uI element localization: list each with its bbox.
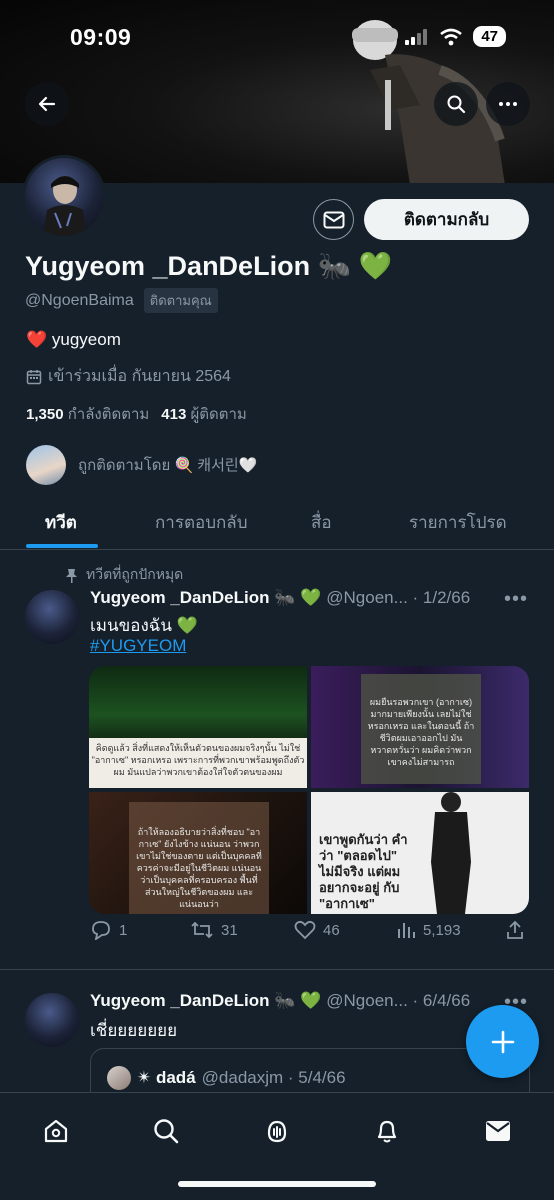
quoted-tweet-meta: @dadaxjm · 5/4/66 — [201, 1068, 346, 1087]
views-count: 5,193 — [423, 921, 461, 939]
tweet-author-avatar[interactable] — [25, 590, 79, 644]
nav-notifications[interactable] — [367, 1111, 407, 1151]
search-button[interactable] — [434, 82, 478, 126]
envelope-icon — [323, 211, 344, 228]
spaces-icon — [267, 1120, 287, 1143]
profile-banner[interactable]: 09:09 47 — [0, 0, 554, 183]
media-figure-image — [431, 792, 471, 914]
nav-spaces[interactable] — [257, 1111, 297, 1151]
home-indicator — [178, 1181, 376, 1187]
nav-messages[interactable] — [478, 1111, 518, 1151]
tweet-author-name[interactable]: Yugyeom _DanDeLion 🐜 💚 — [90, 991, 321, 1011]
reply-action[interactable]: 1 — [90, 920, 127, 940]
retweet-action[interactable]: 31 — [190, 920, 238, 940]
media-image-2[interactable]: ผมยืนรอพวกเขา (อากาเซ) มากมายเพียงนั้น เ… — [311, 666, 529, 788]
status-time: 09:09 — [70, 24, 132, 50]
media-image-1[interactable]: คิดดูแล้ว สิ่งที่แสดงให้เห็นตัวตนของผมจร… — [89, 666, 307, 788]
media-image-3[interactable]: ถ้าให้ลองอธิบายว่าสิ่งที่ชอบ "อากาเซ" ยั… — [89, 792, 307, 914]
compose-button[interactable] — [466, 1005, 539, 1078]
tweet-meta: @Ngoen... · 1/2/66 — [326, 588, 471, 607]
like-count: 46 — [323, 921, 340, 939]
media-caption-2: ผมยืนรอพวกเขา (อากาเซ) มากมายเพียงนั้น เ… — [361, 674, 481, 784]
display-name: Yugyeom _DanDeLion 🐜 💚 — [25, 251, 393, 281]
following-count: 1,350 — [26, 406, 64, 423]
message-button[interactable] — [313, 199, 354, 240]
tweet-header: Yugyeom _DanDeLion 🐜 💚 @Ngoen... · 1/2/6… — [90, 588, 470, 608]
followed-by-row[interactable]: ถูกติดตามโดย 🍭 캐서린🤍 — [26, 445, 257, 485]
media-caption-1: คิดดูแล้ว สิ่งที่แสดงให้เห็นตัวตนของผมจร… — [89, 738, 307, 788]
tab-replies[interactable]: การตอบกลับ — [155, 495, 248, 549]
profile-avatar[interactable] — [22, 155, 106, 239]
plus-icon — [491, 1030, 514, 1053]
calendar-icon — [26, 369, 42, 384]
retweet-icon — [191, 921, 213, 939]
pinned-text: ทวีตที่ถูกปักหมุด — [86, 566, 184, 582]
reply-icon — [92, 921, 110, 940]
quoted-author-avatar — [107, 1066, 131, 1090]
search-icon — [154, 1119, 179, 1144]
views-icon — [398, 923, 415, 938]
followed-by-text: ถูกติดตามโดย 🍭 캐서린🤍 — [78, 457, 258, 474]
followers-stat[interactable]: 413 ผู้ติดตาม — [161, 402, 247, 426]
bio: ❤️ yugyeom — [26, 330, 121, 349]
like-action[interactable]: 46 — [294, 920, 340, 940]
profile-tabs: ทวีต การตอบกลับ สื่อ รายการโปรด — [0, 495, 554, 550]
followers-label: ผู้ติดตาม — [190, 406, 247, 423]
more-options-button[interactable] — [486, 82, 530, 126]
views-action[interactable]: 5,193 — [396, 920, 461, 940]
tab-tweets[interactable]: ทวีต — [45, 495, 77, 549]
tweet-more-button[interactable]: ••• — [504, 588, 528, 611]
more-icon — [499, 102, 517, 106]
media-caption-3: ถ้าให้ลองอธิบายว่าสิ่งที่ชอบ "อากาเซ" ยั… — [129, 802, 269, 914]
follows-you-badge: ติดตามคุณ — [143, 288, 218, 313]
joined-date: เข้าร่วมเมื่อ กันยายน 2564 — [26, 364, 231, 389]
reply-count: 1 — [119, 921, 128, 939]
battery-indicator: 47 — [473, 26, 506, 47]
wifi-icon — [440, 28, 463, 45]
tweet-author-avatar[interactable] — [25, 993, 79, 1047]
back-button[interactable] — [25, 82, 69, 126]
tweet-meta: @Ngoen... · 6/4/66 — [326, 991, 471, 1010]
media-image-4[interactable]: เขาพูดกันว่า คำว่า "ตลอดไป" ไม่มีจริง แต… — [311, 792, 529, 914]
following-label: กำลังติดตาม — [67, 406, 150, 423]
pinned-label: ทวีตที่ถูกปักหมุด — [65, 564, 183, 586]
following-stat[interactable]: 1,350 กำลังติดตาม — [26, 402, 149, 426]
handle: @NgoenBaima — [25, 291, 134, 309]
follower-avatar — [26, 445, 66, 485]
tweet-divider — [0, 969, 554, 970]
share-action[interactable] — [506, 920, 524, 940]
followers-count: 413 — [161, 406, 187, 423]
heart-icon — [294, 920, 316, 940]
status-icons: 47 — [405, 26, 506, 47]
nav-search[interactable] — [146, 1111, 186, 1151]
tab-likes[interactable]: รายการโปรด — [409, 495, 507, 549]
tweet-media-grid[interactable]: คิดดูแล้ว สิ่งที่แสดงให้เห็นตัวตนของผมจร… — [89, 666, 529, 914]
envelope-icon — [486, 1121, 510, 1141]
nav-home[interactable] — [36, 1111, 76, 1151]
retweet-count: 31 — [221, 921, 238, 939]
joined-text: เข้าร่วมเมื่อ กันยายน 2564 — [48, 368, 231, 385]
share-icon — [507, 920, 523, 939]
signal-icon — [405, 28, 428, 45]
media-caption-4: เขาพูดกันว่า คำว่า "ตลอดไป" ไม่มีจริง แต… — [319, 832, 408, 911]
handle-row: @NgoenBaima ติดตามคุณ — [25, 288, 218, 313]
tweet-author-name[interactable]: Yugyeom _DanDeLion 🐜 💚 — [90, 588, 321, 608]
active-tab-indicator — [26, 544, 98, 548]
follow-back-button[interactable]: ติดตามกลับ — [364, 199, 529, 240]
search-icon — [447, 95, 466, 114]
tweet-header: Yugyeom _DanDeLion 🐜 💚 @Ngoen... · 6/4/6… — [90, 991, 470, 1011]
tweet-text: เมนของฉัน 💚 — [90, 616, 198, 635]
tab-media[interactable]: สื่อ — [311, 495, 332, 549]
hashtag-link[interactable]: #YUGYEOM — [90, 636, 186, 656]
avatar-portrait-image — [43, 176, 87, 236]
tweet-text: เชี่ยยยยยยย — [90, 1021, 178, 1040]
follow-stats: 1,350 กำลังติดตาม 413 ผู้ติดตาม — [26, 402, 247, 426]
pin-icon — [66, 568, 77, 583]
back-arrow-icon — [38, 96, 56, 112]
home-icon — [44, 1119, 68, 1143]
quoted-tweet-header: ✴ dadá @dadaxjm · 5/4/66 — [107, 1066, 346, 1090]
quoted-author-name: ✴ dadá — [137, 1068, 196, 1087]
bell-icon — [377, 1120, 397, 1143]
